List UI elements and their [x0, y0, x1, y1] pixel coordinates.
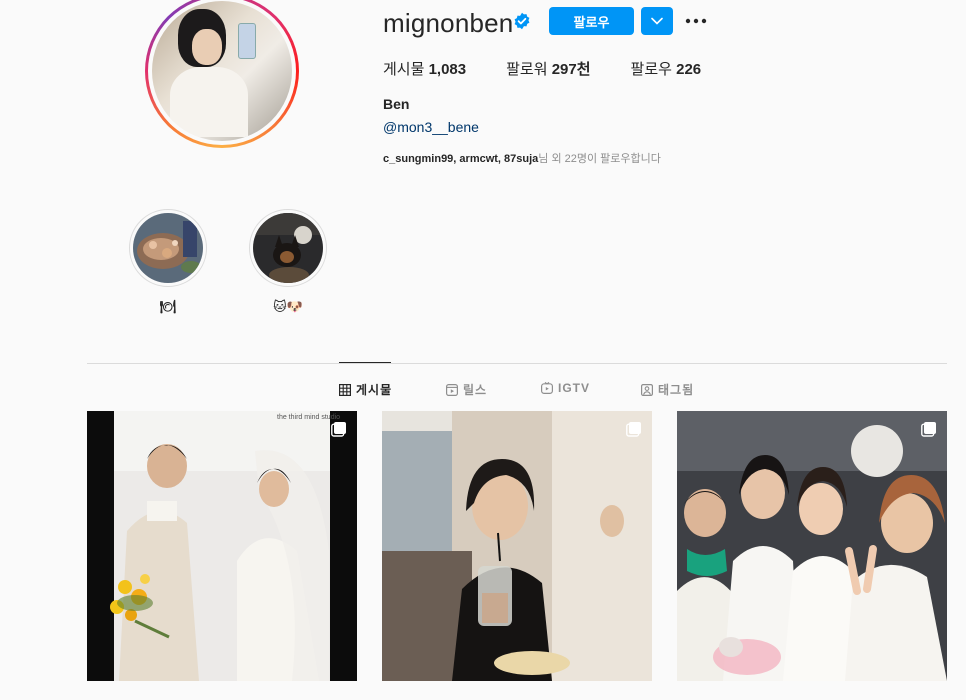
igtv-icon [541, 382, 553, 394]
post-overlay-text: the third mind studio [277, 414, 340, 421]
chevron-down-icon [651, 17, 663, 25]
highlight-label: 🐱🐶 [273, 299, 303, 314]
highlight-food-image [133, 213, 203, 283]
post-tile-group[interactable] [677, 411, 947, 681]
post-tile-cafe[interactable] [382, 411, 652, 681]
story-highlight-pets[interactable]: 🐱🐶 [249, 209, 327, 315]
verified-badge-icon [514, 12, 530, 30]
profile-username: mignonben [383, 8, 514, 38]
multiple-photos-icon [921, 422, 936, 437]
reels-icon [446, 383, 458, 396]
post-tile-wedding[interactable]: the third mind studio [87, 411, 357, 681]
story-highlight-food[interactable]: 🍽 [129, 209, 207, 315]
suggested-accounts-dropdown-button[interactable] [641, 7, 673, 35]
tab-posts[interactable]: 게시물 [339, 381, 392, 398]
tagged-icon [641, 383, 653, 396]
profile-divider [87, 363, 947, 364]
avatar-image [152, 1, 292, 141]
profile-tabs: 게시물 릴스 IGTV 태그됨 [0, 381, 966, 398]
multiple-photos-icon [331, 422, 346, 437]
wedding-photo: the third mind studio [87, 411, 357, 681]
tab-igtv[interactable]: IGTV [541, 381, 590, 395]
more-dots-icon [685, 18, 707, 24]
profile-stats: 게시물 1,083 팔로워 297천 팔로우 226 [383, 58, 741, 79]
followed-by-text[interactable]: c_sungmin99, armcwt, 87suja님 외 22명이 팔로우합… [383, 150, 661, 166]
cafe-photo [382, 411, 652, 681]
highlight-pets-image [253, 213, 323, 283]
followers-count[interactable]: 팔로워 297천 [506, 58, 590, 79]
group-photo [677, 411, 947, 681]
following-count[interactable]: 팔로우 226 [631, 58, 702, 79]
follow-button[interactable]: 팔로우 [549, 7, 634, 35]
active-tab-indicator [339, 362, 391, 363]
highlight-label: 🍽 [159, 299, 177, 314]
more-options-button[interactable] [684, 10, 708, 32]
tab-reels[interactable]: 릴스 [446, 381, 487, 398]
profile-avatar[interactable] [145, 0, 299, 148]
profile-full-name: Ben [383, 96, 410, 112]
bio-mention-link[interactable]: @mon3__bene [383, 119, 479, 135]
multiple-photos-icon [626, 422, 641, 437]
grid-icon [339, 383, 351, 396]
posts-count: 게시물 1,083 [383, 61, 467, 78]
tab-tagged[interactable]: 태그됨 [641, 381, 694, 398]
